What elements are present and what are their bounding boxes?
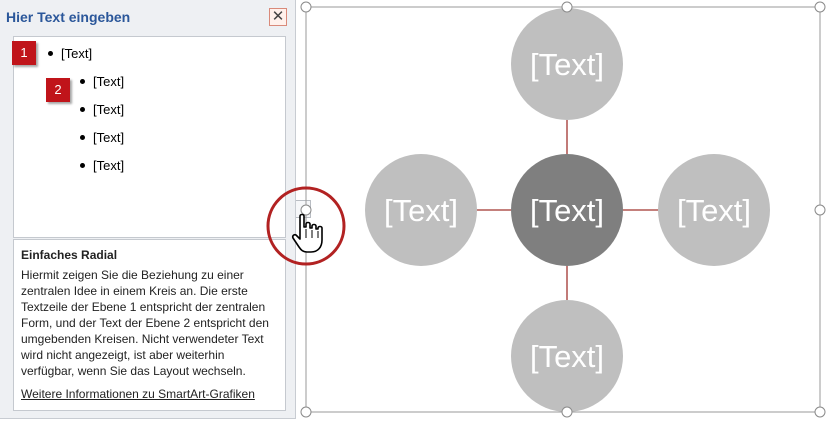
outer-circle-text: [Text] — [384, 193, 458, 228]
outer-circle-text: [Text] — [530, 47, 604, 82]
resize-handle[interactable] — [814, 1, 826, 13]
outer-circle-left[interactable]: [Text] — [365, 154, 477, 266]
resize-handle[interactable] — [814, 204, 826, 216]
resize-handle[interactable] — [300, 406, 312, 418]
smartart-canvas[interactable]: [Text] [Text] [Text] [Text] [Text] — [0, 0, 828, 421]
resize-handle[interactable] — [814, 406, 826, 418]
resize-handle[interactable] — [561, 1, 573, 13]
outer-circle-text: [Text] — [530, 339, 604, 374]
outer-circle-top[interactable]: [Text] — [511, 8, 623, 120]
center-circle[interactable]: [Text] — [511, 154, 623, 266]
center-circle-text: [Text] — [530, 193, 604, 228]
resize-handle[interactable] — [300, 1, 312, 13]
resize-handle[interactable] — [300, 204, 312, 216]
outer-circle-right[interactable]: [Text] — [658, 154, 770, 266]
hand-cursor-icon — [291, 213, 323, 253]
resize-handle[interactable] — [561, 406, 573, 418]
outer-circle-bottom[interactable]: [Text] — [511, 300, 623, 412]
outer-circle-text: [Text] — [677, 193, 751, 228]
